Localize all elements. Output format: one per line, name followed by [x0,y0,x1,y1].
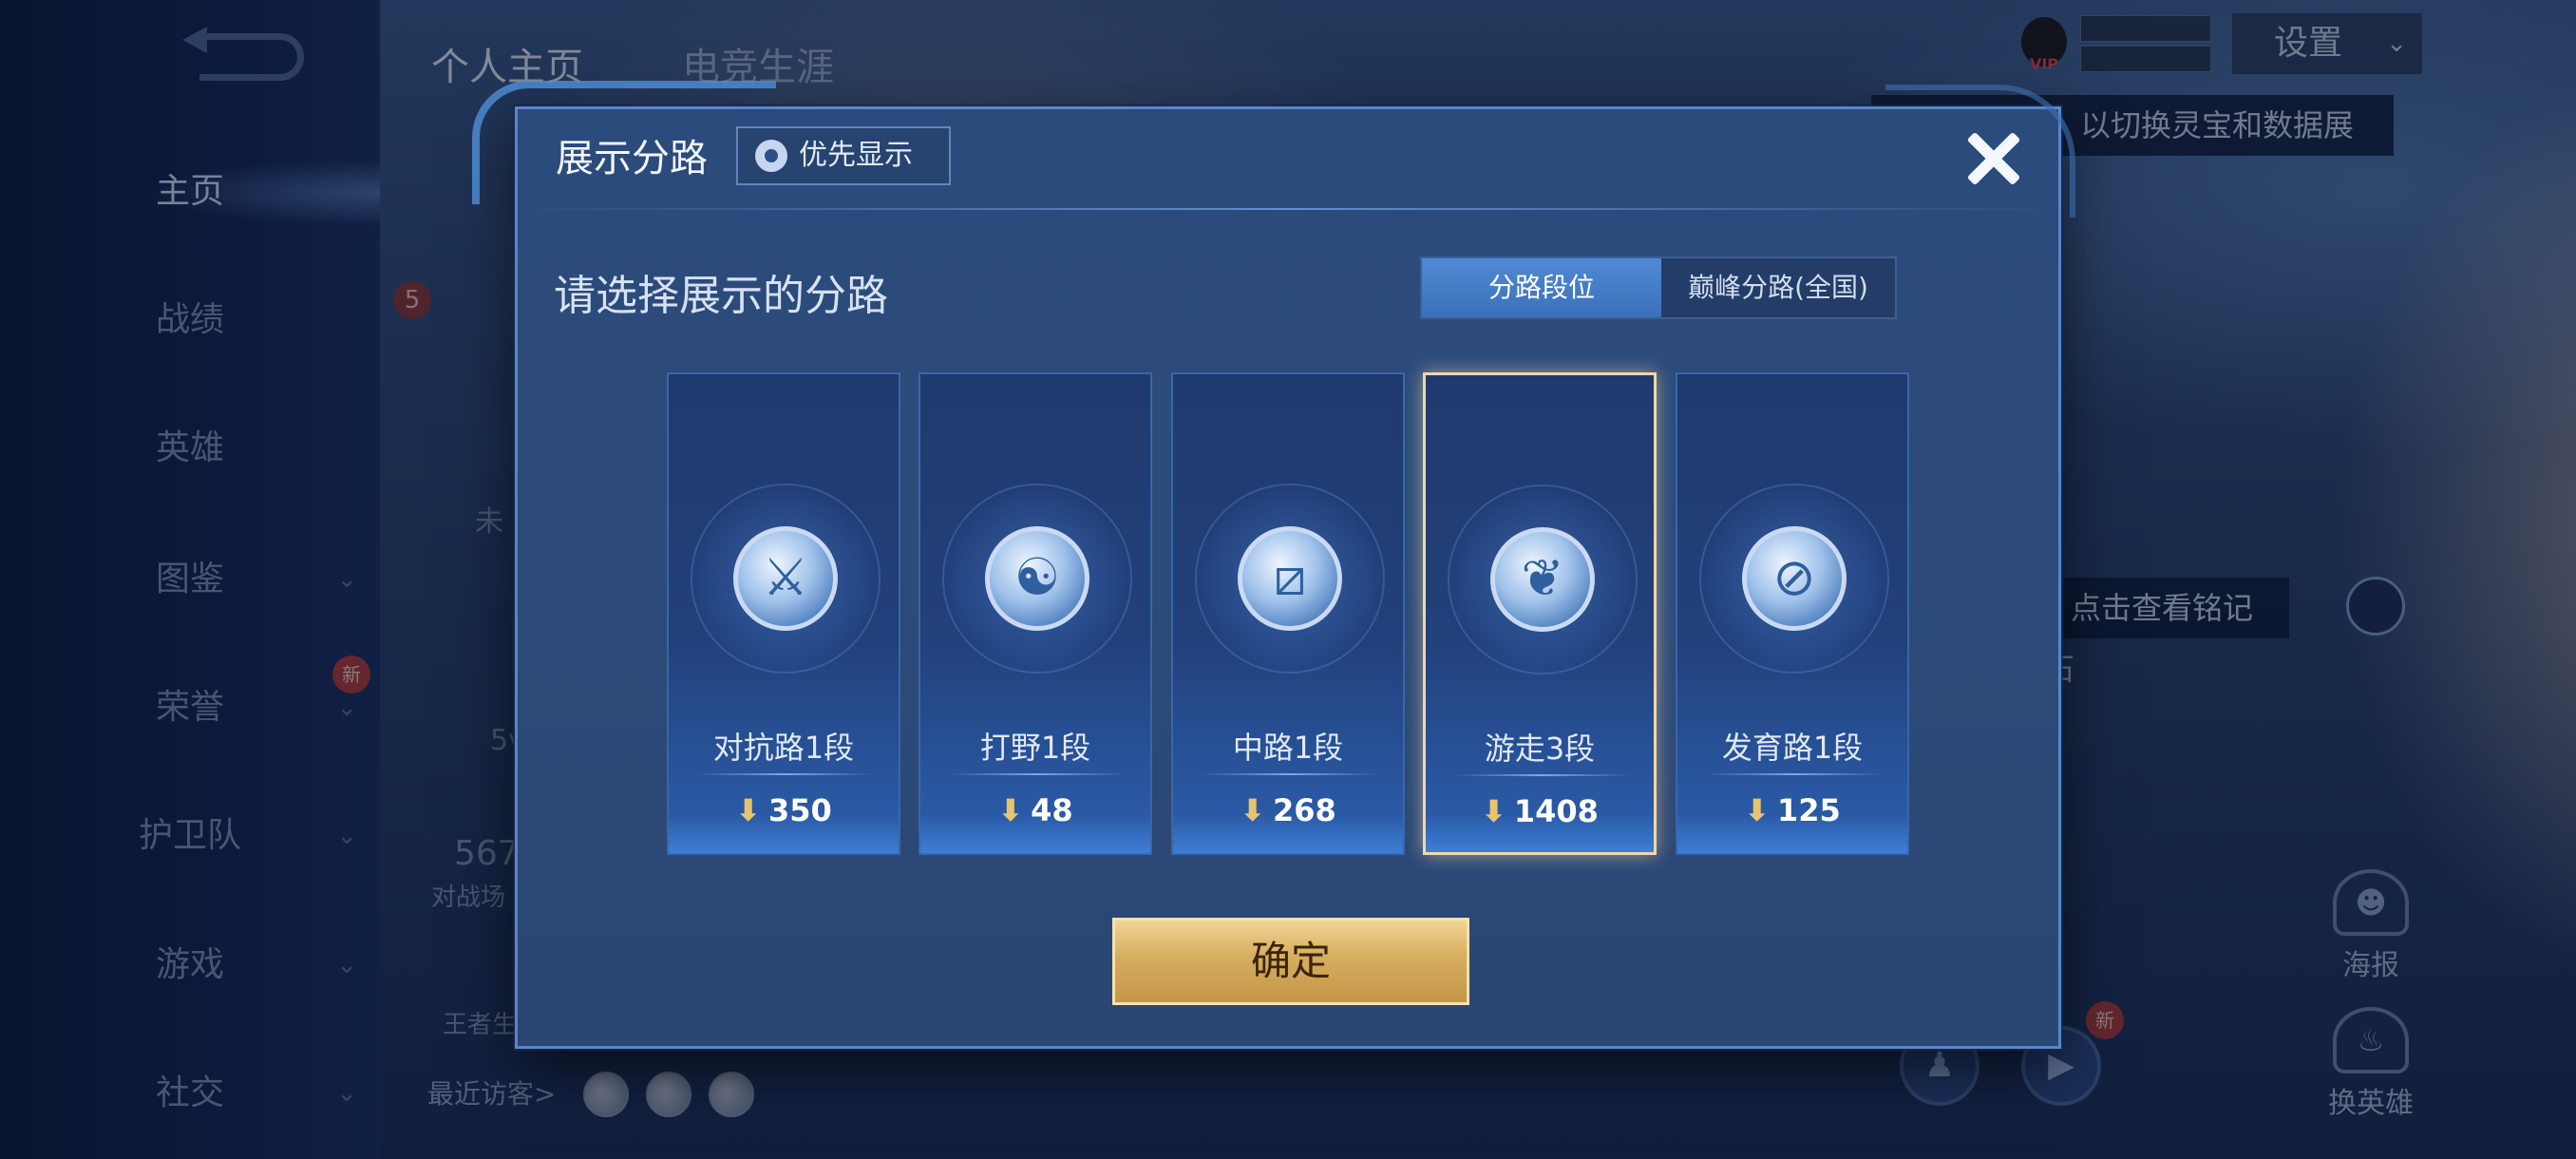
clash-lane-icon: ⚔ [733,526,838,631]
lane-score-value: 268 [1273,792,1336,828]
divider [697,773,874,775]
rank-points-icon: ⬇ [1240,792,1265,828]
divider [949,773,1126,775]
gear-icon [755,140,787,172]
roam-icon: ❦ [1490,527,1595,632]
lane-score: ⬇ 125 [1677,792,1907,828]
rank-points-icon: ⬇ [1744,792,1770,828]
lane-score: ⬇ 48 [920,792,1150,828]
priority-display-button[interactable]: 优先显示 [736,126,951,185]
divider [1202,773,1378,775]
tab-lane-rank[interactable]: 分路段位 [1422,258,1661,317]
lane-rank-label: 打野1段 [979,730,1091,766]
jungle-icon: ☯ [985,526,1089,631]
mid-lane-icon: ⧄ [1238,526,1342,631]
screen: 主页 战绩 英雄 图鉴 ⌄ 荣誉 ⌄ 新 护卫队 ⌄ 游戏 ⌄ 社交 ⌄ 个人主页 电竞生… [0,0,2576,1159]
divider [1454,774,1631,776]
farm-lane-icon: ⊘ [1742,526,1847,631]
lane-score-value: 1408 [1513,793,1599,829]
lane-card-clash[interactable]: ⚔ 对抗路1段 ⬇ 350 [667,372,900,855]
rank-points-icon: ⬇ [997,792,1024,828]
lane-score: ⬇ 268 [1173,792,1403,828]
lane-rank-label: 中路1段 [1232,730,1344,766]
lane-score: ⬇ 1408 [1426,793,1654,829]
dialog-title: 展示分路 [556,137,708,180]
close-icon[interactable] [1960,124,2028,193]
lane-score-value: 48 [1031,792,1073,828]
lane-score-value: 125 [1777,792,1841,828]
tab-peak-lane-national[interactable]: 巅峰分路(全国) [1661,258,1895,317]
confirm-button[interactable]: 确定 [1112,918,1469,1005]
select-lane-prompt: 请选择展示的分路 [554,272,888,320]
rank-points-icon: ⬇ [1481,793,1506,829]
lane-mode-toggle: 分路段位 巅峰分路(全国) [1420,256,1897,319]
lane-rank-label: 发育路1段 [1721,730,1864,766]
lane-card-mid[interactable]: ⧄ 中路1段 ⬇ 268 [1171,372,1405,855]
priority-display-label: 优先显示 [799,139,913,172]
header-divider [518,208,2058,210]
rank-points-icon: ⬇ [735,792,761,828]
lane-rank-label: 游走3段 [1484,731,1596,767]
lane-score-value: 350 [768,792,832,828]
lane-card-farm[interactable]: ⊘ 发育路1段 ⬇ 125 [1676,372,1909,855]
lane-card-jungle[interactable]: ☯ 打野1段 ⬇ 48 [919,372,1152,855]
lane-display-dialog: 展示分路 优先显示 请选择展示的分路 分路段位 巅峰分路(全国) ⚔ 对抗路1段… [472,81,2075,1049]
divider [1706,773,1883,775]
lane-card-roam[interactable]: ❦ 游走3段 ⬇ 1408 [1423,372,1657,855]
lane-score: ⬇ 350 [669,792,899,828]
lane-rank-label: 对抗路1段 [712,730,855,766]
